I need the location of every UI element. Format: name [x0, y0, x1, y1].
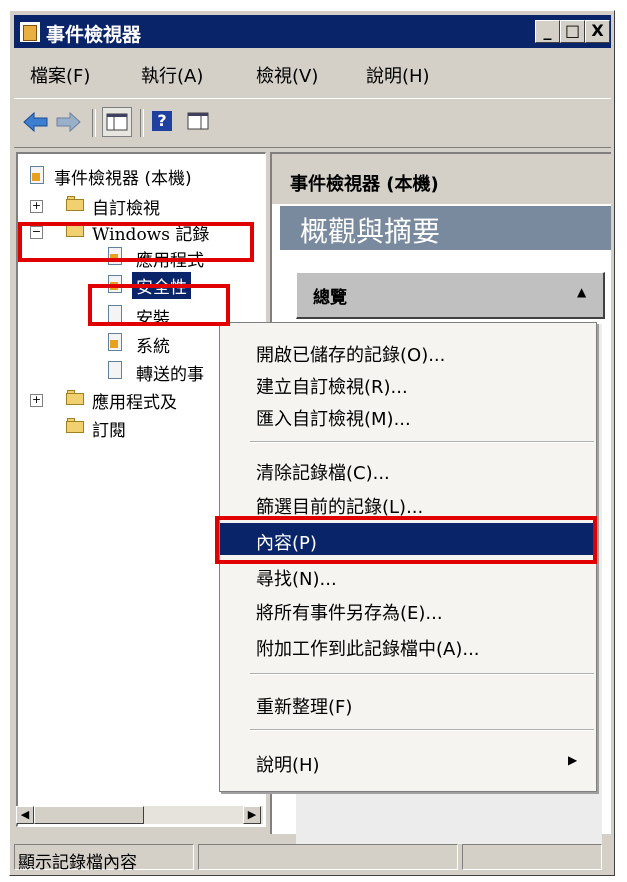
scroll-right-button[interactable]: ▶ — [243, 806, 261, 824]
help-button[interactable]: ? — [148, 107, 178, 137]
event-viewer-app-icon — [20, 22, 40, 42]
status-text: 顯示記錄檔內容 — [18, 853, 137, 873]
overview-section[interactable]: 總覽 ▲ — [296, 272, 605, 319]
menu-separator — [250, 729, 594, 731]
menu-item-label: 說明(H) — [256, 755, 320, 776]
window-title: 事件檢視器 — [46, 24, 142, 46]
status-text-cell: 顯示記錄檔內容 — [14, 844, 194, 873]
subscription-icon — [66, 417, 84, 433]
arrow-right-icon — [56, 111, 81, 133]
scroll-left-button[interactable]: ◀ — [16, 806, 34, 824]
toolbar: ? — [14, 98, 611, 148]
menu-item-label: 清除記錄檔(C)... — [256, 463, 390, 484]
menu-item-label: 將所有事件另存為(E)... — [256, 603, 443, 624]
status-cell-3 — [462, 844, 602, 870]
menu-bar: 檔案(F) 執行(A) 檢視(V) 說明(H) — [14, 52, 611, 96]
menu-separator — [250, 673, 594, 675]
menu-item-label: 建立自訂檢視(R)... — [256, 377, 408, 398]
overview-title: 概觀與摘要 — [300, 215, 441, 248]
horizontal-scrollbar[interactable]: ◀ ▶ — [16, 806, 263, 824]
menu-item-clear-log[interactable]: 清除記錄檔(C)... — [220, 453, 596, 485]
tree-item-label: 轉送的事 — [136, 365, 204, 385]
menu-item-help[interactable]: 說明(H) ▶ — [220, 745, 596, 777]
back-button[interactable] — [20, 107, 50, 137]
expand-icon[interactable]: + — [30, 200, 43, 213]
event-viewer-icon — [28, 166, 46, 184]
menu-item-label: 重新整理(F) — [256, 697, 353, 718]
menu-item-save-all-events-as[interactable]: 將所有事件另存為(E)... — [220, 593, 596, 625]
forward-button[interactable] — [54, 107, 84, 137]
scroll-thumb[interactable] — [34, 806, 144, 824]
folder-icon — [66, 389, 84, 405]
annotation-box-security — [88, 284, 230, 326]
menu-view[interactable]: 檢視(V) — [256, 62, 318, 88]
details-header: 事件檢視器 (本機) — [272, 154, 611, 204]
status-cell-2 — [198, 844, 458, 870]
log-icon — [106, 361, 124, 379]
arrow-left-icon — [23, 111, 48, 133]
menu-action[interactable]: 執行(A) — [141, 62, 203, 88]
tree-item-label: 應用程式及 — [92, 393, 177, 413]
status-bar: 顯示記錄檔內容 — [14, 842, 611, 873]
menu-item-refresh[interactable]: 重新整理(F) — [220, 687, 596, 719]
collapse-arrow-icon: ▲ — [577, 285, 587, 299]
close-button[interactable]: X — [585, 20, 610, 43]
menu-file[interactable]: 檔案(F) — [30, 62, 90, 88]
menu-item-attach-task[interactable]: 附加工作到此記錄檔中(A)... — [220, 629, 596, 661]
action-pane-icon — [187, 112, 209, 130]
overview-band: 概觀與摘要 — [280, 206, 611, 250]
expand-icon[interactable]: + — [30, 394, 43, 407]
menu-item-filter-current-log[interactable]: 篩選目前的記錄(L)... — [220, 487, 596, 519]
tree-item-label: 事件檢視器 (本機) — [54, 169, 192, 189]
annotation-box-properties — [215, 516, 597, 564]
toolbar-separator — [92, 109, 96, 137]
menu-item-label: 匯入自訂檢視(M)... — [256, 409, 411, 430]
overview-section-label: 總覽 — [313, 288, 347, 308]
tree-item-label: 訂閱 — [92, 421, 126, 441]
menu-item-label: 開啟已儲存的記錄(O)... — [256, 345, 446, 366]
menu-item-import-custom-view[interactable]: 匯入自訂檢視(M)... — [220, 399, 596, 431]
details-header-title: 事件檢視器 (本機) — [290, 174, 439, 195]
console-tree-icon — [106, 113, 128, 131]
menu-separator — [250, 441, 594, 443]
folder-icon — [66, 195, 84, 211]
menu-item-open-saved-log[interactable]: 開啟已儲存的記錄(O)... — [220, 335, 596, 367]
minimize-button[interactable]: _ — [535, 20, 560, 43]
maximize-button[interactable]: □ — [560, 20, 585, 43]
menu-help[interactable]: 說明(H) — [366, 62, 430, 88]
menu-item-label: 尋找(N)... — [256, 569, 337, 590]
title-bar: 事件檢視器 _ □ X — [14, 15, 611, 48]
submenu-arrow-icon: ▶ — [568, 753, 578, 767]
toolbar-separator — [140, 109, 144, 137]
help-icon: ? — [152, 111, 172, 131]
menu-item-create-custom-view[interactable]: 建立自訂檢視(R)... — [220, 367, 596, 399]
show-console-tree-button[interactable] — [102, 107, 132, 137]
menu-item-label: 附加工作到此記錄檔中(A)... — [256, 639, 480, 660]
log-icon — [106, 333, 124, 351]
tree-item-label: 自訂檢視 — [92, 199, 160, 219]
tree-item-label: 系統 — [136, 337, 170, 357]
annotation-box-windows-logs — [18, 222, 254, 262]
show-action-pane-button[interactable] — [184, 107, 214, 137]
